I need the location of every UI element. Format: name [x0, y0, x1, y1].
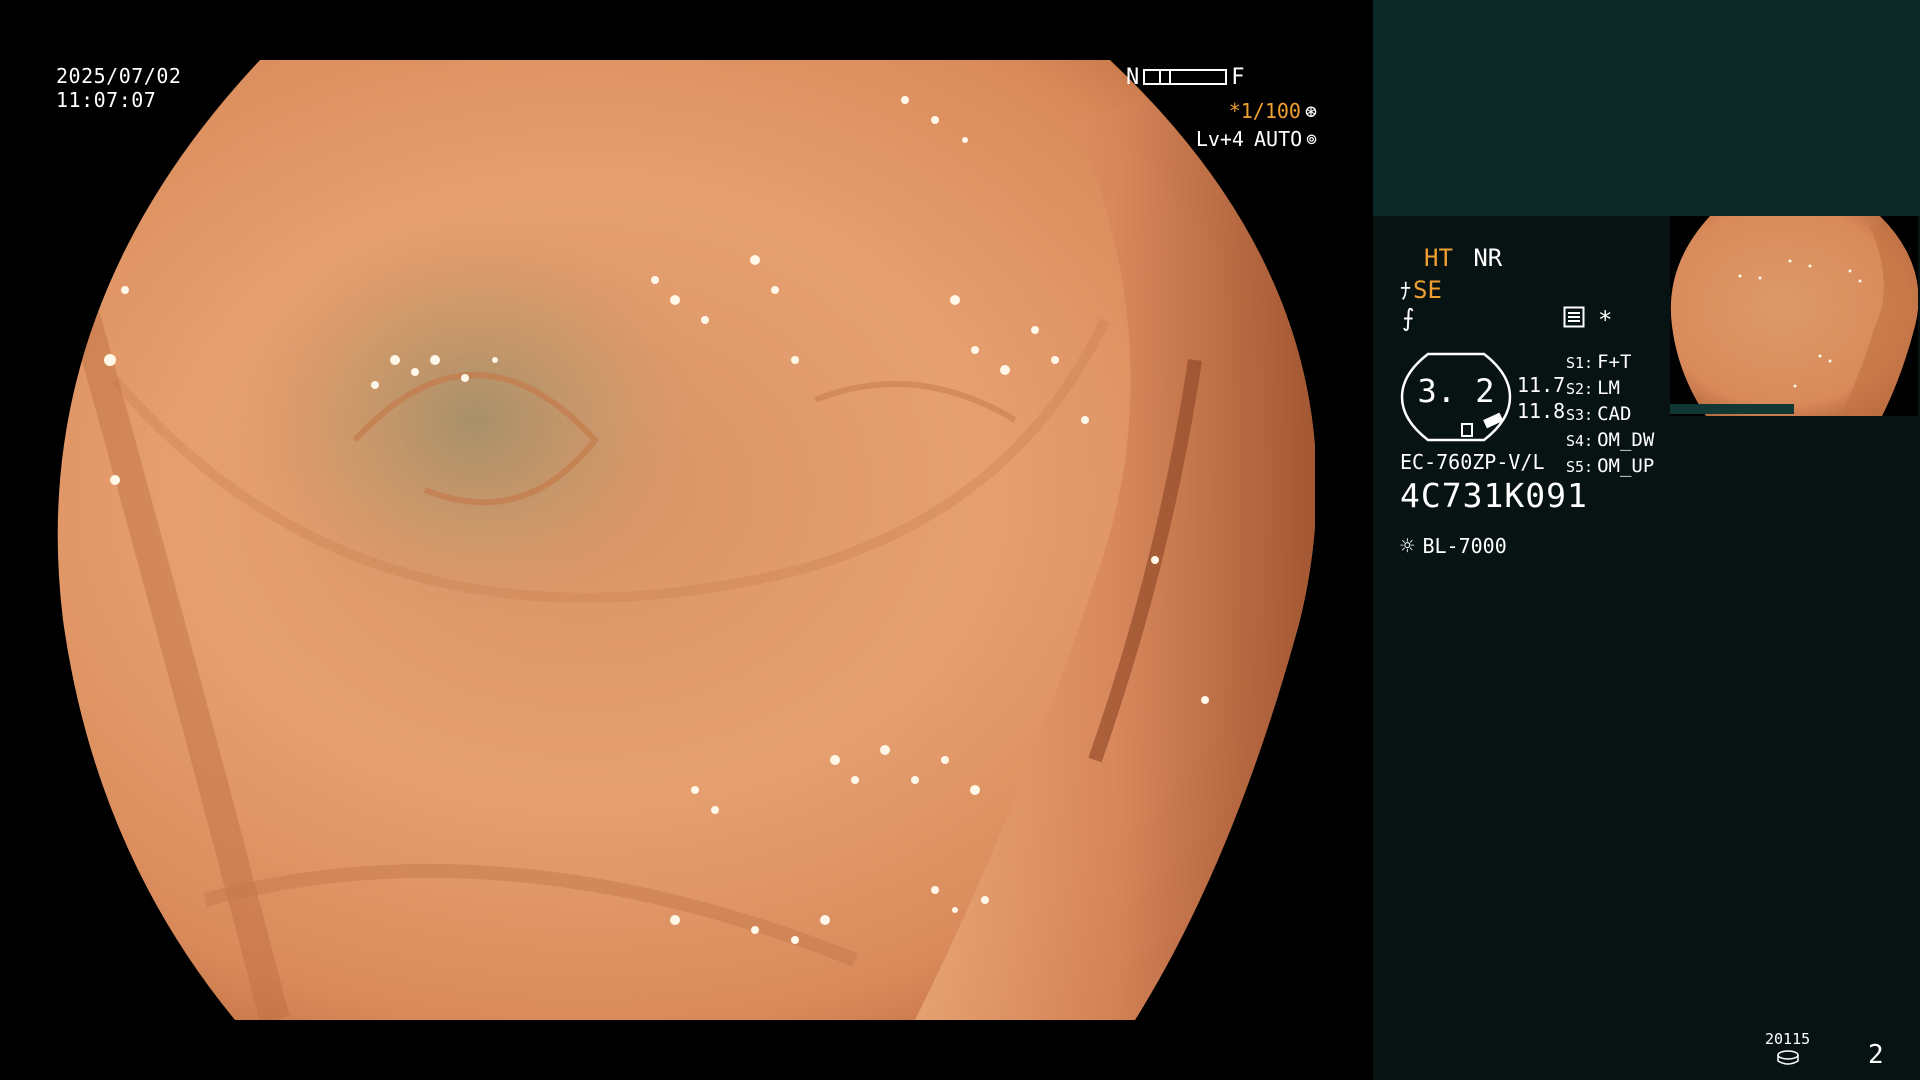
scope-switch-key: S4:	[1566, 432, 1594, 450]
scope-switch-item: S3: CAD	[1566, 402, 1654, 428]
scope-switch-value: LM	[1597, 377, 1620, 399]
nr-label: NR	[1473, 244, 1503, 272]
light-source-label: BL-7000	[1422, 534, 1507, 558]
time-text: 11:07:07	[56, 88, 157, 112]
iris-icon: ⊚	[1306, 128, 1317, 150]
datetime-overlay: 2025/07/02 11:07:07	[56, 64, 181, 112]
scope-switch-item: S2: LM	[1566, 376, 1654, 402]
endoscopy-screen: 2025/07/02 11:07:07 N F *1/100 ⊛ Lv+4 AU…	[0, 0, 1920, 1080]
wave-icon: ﾅ	[1400, 280, 1412, 305]
f-stroke-icon: ⨍	[1402, 304, 1415, 332]
footer-count: 20115	[1765, 1030, 1811, 1048]
aperture-icon: ⊛	[1304, 99, 1317, 123]
scope-switch-key: S2:	[1566, 380, 1594, 398]
exposure-mode-text: AUTO	[1253, 127, 1303, 151]
focus-bar	[1143, 69, 1228, 85]
scope-switch-value: OM_DW	[1597, 429, 1655, 451]
shutter-speed: *1/100 ⊛	[1229, 99, 1317, 123]
scope-serial: 4C731K091	[1400, 476, 1588, 515]
value-1: 11.7	[1517, 373, 1566, 397]
ht-label: HT	[1424, 244, 1453, 272]
light-source: ☼ BL-7000	[1400, 532, 1507, 560]
scope-switch-key: S1:	[1566, 354, 1594, 372]
far-label: F	[1231, 64, 1245, 90]
value-2: 11.8	[1517, 399, 1566, 423]
menu-list-icon	[1563, 306, 1585, 332]
focus-marker	[1159, 69, 1172, 85]
scope-switch-value: F+T	[1597, 351, 1632, 373]
shutter-text: *1/100	[1228, 99, 1301, 123]
ht-nr-status: HT NR	[1424, 244, 1502, 272]
light-source-icon: ☼	[1400, 532, 1415, 560]
scope-switch-item: S1: F+T	[1566, 350, 1654, 376]
badge-value: 3. 2	[1417, 372, 1495, 410]
exposure-level: Lv+4 AUTO ⊚	[1196, 127, 1317, 151]
scope-switch-key: S5:	[1566, 458, 1594, 476]
se-label: SE	[1413, 276, 1442, 304]
info-panel-header	[1373, 0, 1920, 216]
captured-thumbnail[interactable]	[1670, 216, 1918, 416]
se-status: ﾅ SE	[1400, 274, 1442, 306]
star-indicator: *	[1598, 306, 1613, 334]
scope-switch-key: S3:	[1566, 406, 1594, 424]
scope-model: EC-760ZP-V/L	[1400, 450, 1545, 474]
scope-switch-item: S4: OM_DW	[1566, 428, 1654, 454]
scope-switch-list: S1: F+T S2: LM S3: CAD S4: OM_DW S5: OM_UP	[1566, 350, 1654, 480]
scope-switch-value: OM_UP	[1597, 455, 1655, 477]
thumbnail-caption-bar	[1670, 404, 1794, 414]
page-number: 2	[1868, 1040, 1884, 1070]
endoscopy-live-image	[55, 60, 1315, 1020]
level-text: Lv+4	[1195, 127, 1244, 151]
near-label: N	[1126, 64, 1140, 90]
storage-disk-icon	[1777, 1050, 1799, 1065]
measurement-values: 11.7 11.8	[1517, 372, 1565, 424]
near-far-focus-scale: N F	[1126, 64, 1245, 90]
date-text: 2025/07/02	[56, 64, 182, 88]
scope-switch-value: CAD	[1597, 403, 1632, 425]
